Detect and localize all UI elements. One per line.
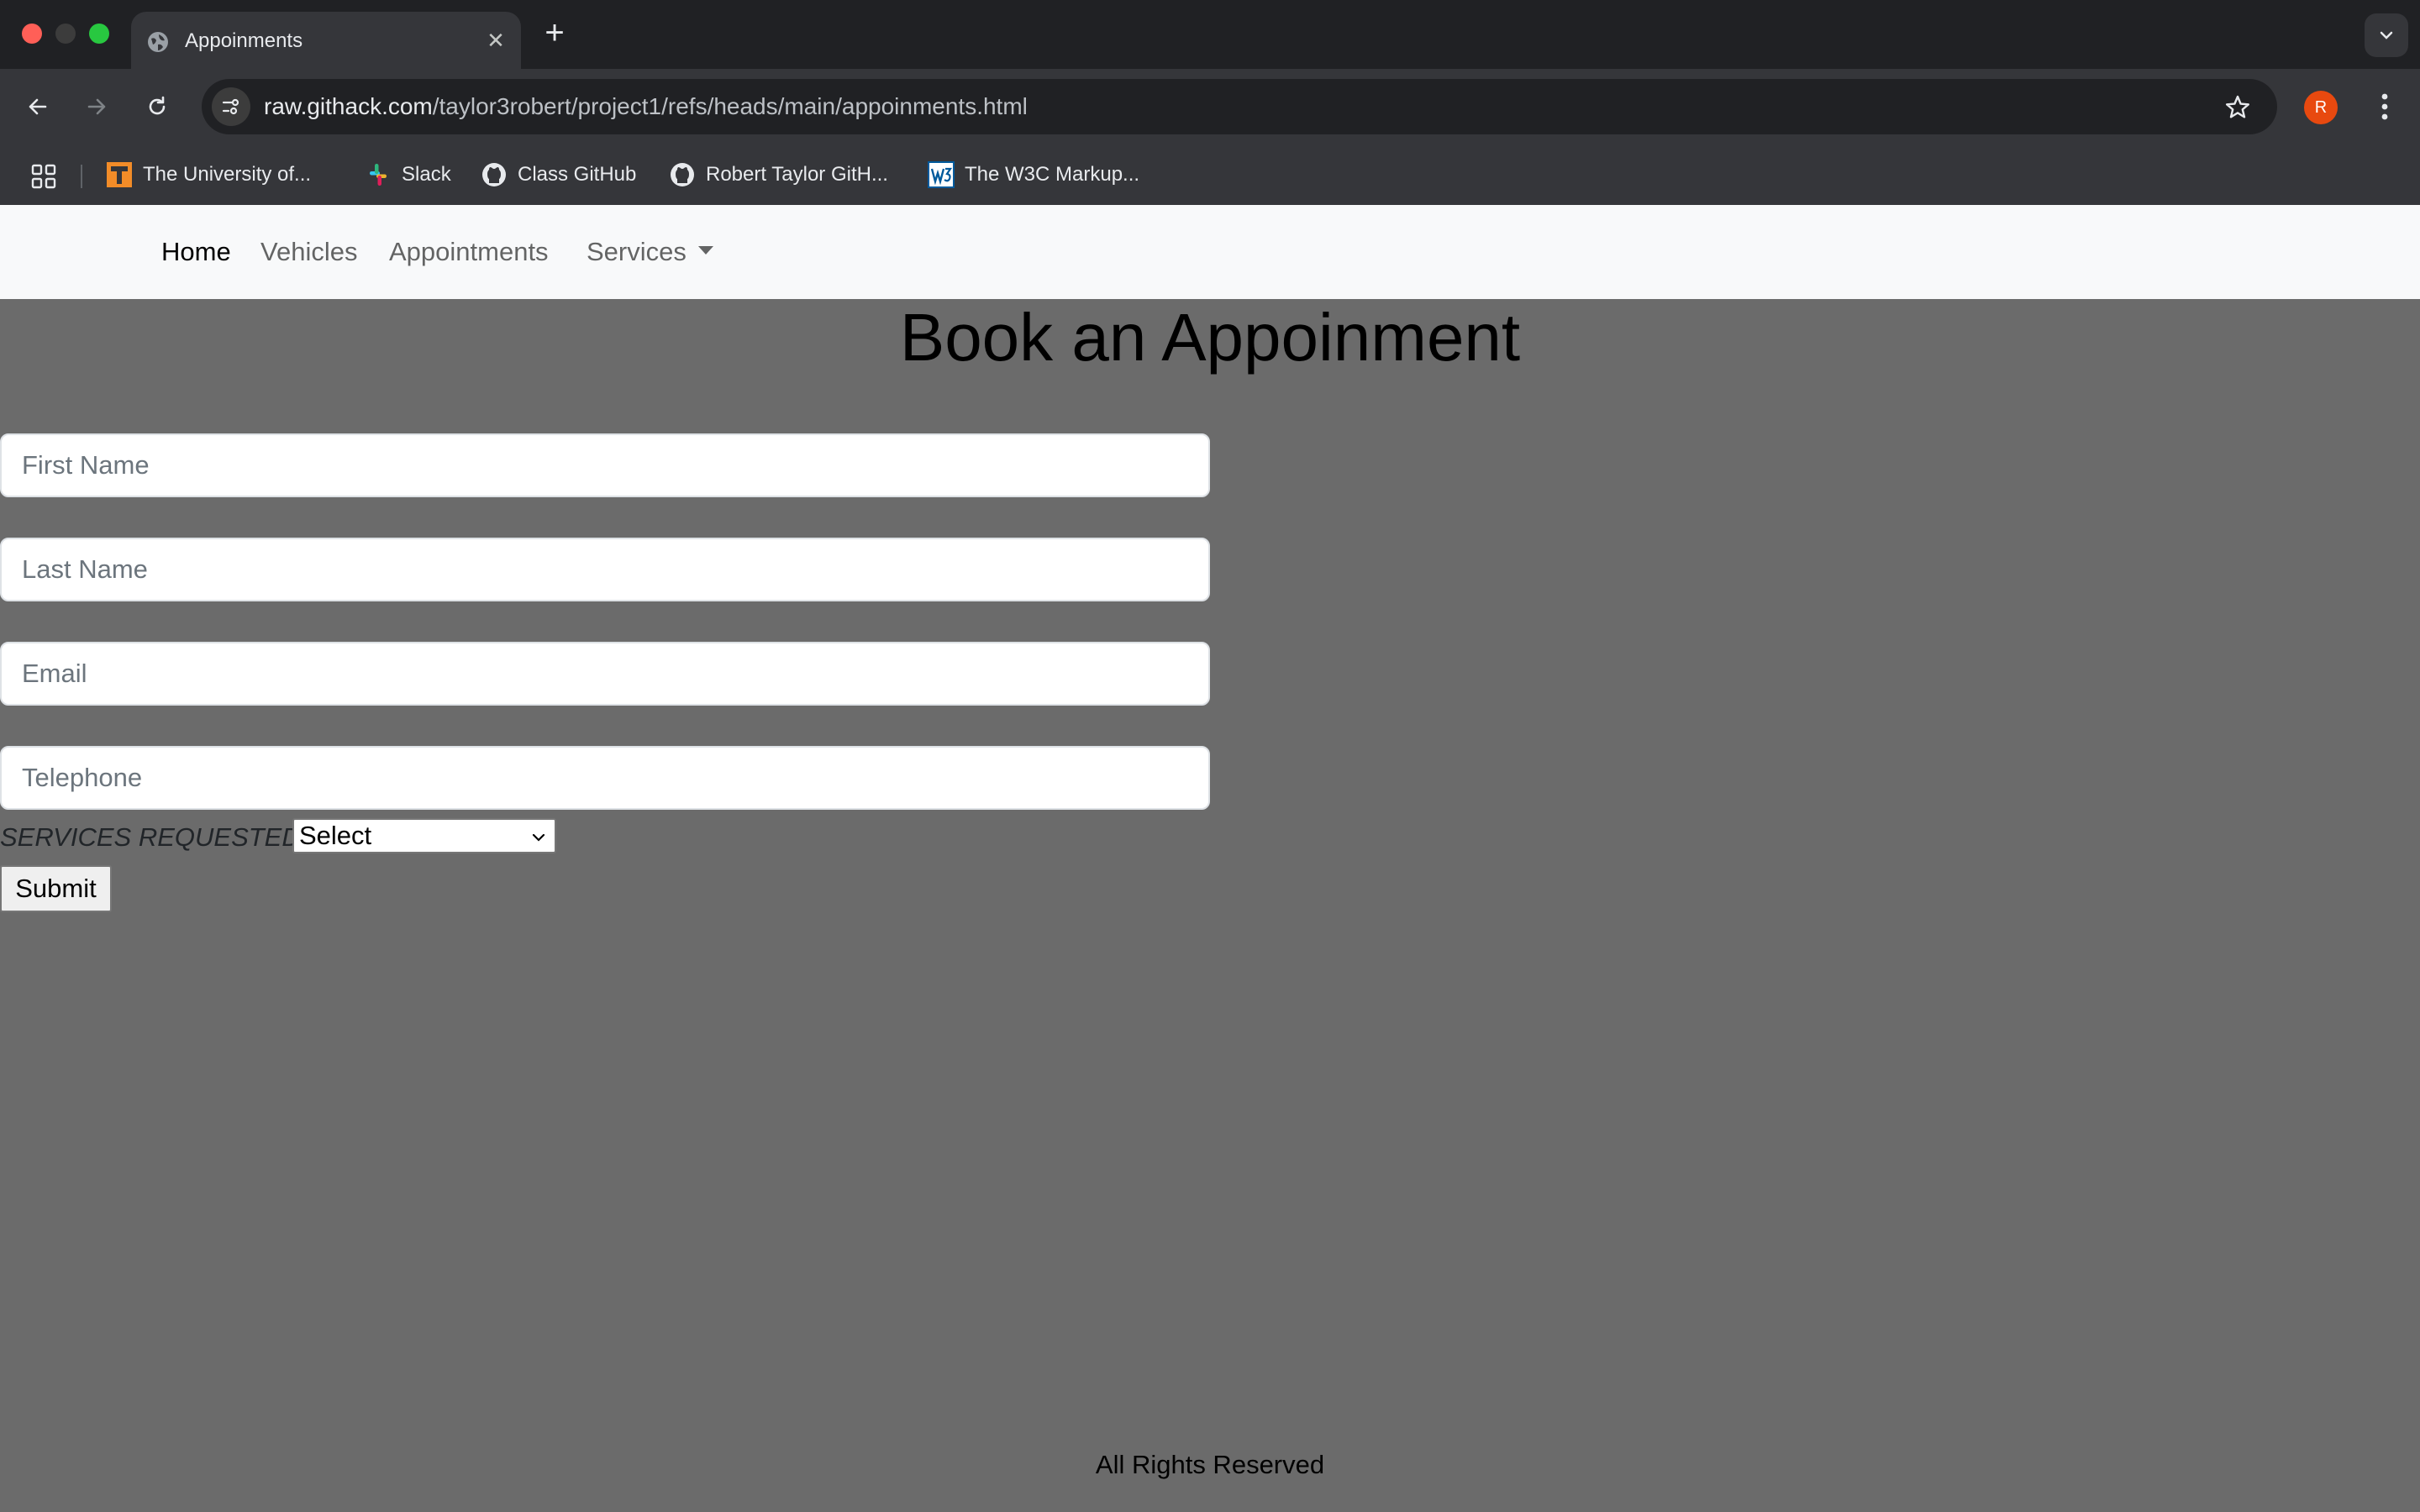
bookmarks-bar: The University of... Slack Class GitHub … <box>0 144 2420 205</box>
bookmark-label: Robert Taylor GitH... <box>706 163 888 186</box>
apps-grid-icon[interactable] <box>30 163 57 190</box>
back-button[interactable] <box>18 87 57 126</box>
bookmarks-separator <box>81 165 82 188</box>
nav-services-label: Services <box>587 237 687 266</box>
more-vert-icon[interactable] <box>2370 89 2400 124</box>
bookmark-star-icon[interactable] <box>2223 93 2252 122</box>
bookmark-label: Slack <box>402 163 451 186</box>
arrow-left-icon <box>29 98 47 115</box>
email-input[interactable] <box>0 642 1210 706</box>
nav-appointments[interactable]: Appointments <box>389 235 549 269</box>
nav-home[interactable]: Home <box>161 235 231 269</box>
site-info-button[interactable] <box>212 87 250 126</box>
new-tab-button[interactable]: + <box>539 16 570 50</box>
browser-tab-strip: Appoinments ✕ + <box>0 0 2420 69</box>
slack-icon <box>365 161 392 188</box>
url-text[interactable]: raw.githack.com/taylor3robert/project1/r… <box>264 93 1028 120</box>
chevron-down-icon <box>2380 31 2393 39</box>
bookmark-label: The University of... <box>143 163 312 186</box>
footer-text: All Rights Reserved <box>1095 1450 1325 1479</box>
last-name-input[interactable] <box>0 538 1210 601</box>
github-icon <box>669 161 696 188</box>
w3c-icon <box>928 161 955 188</box>
profile-avatar[interactable]: R <box>2304 91 2338 124</box>
bookmark-w3c[interactable]: The W3C Markup... <box>928 160 1139 190</box>
bookmark-label: The W3C Markup... <box>965 163 1140 186</box>
bookmark-class-github[interactable]: Class GitHub <box>481 160 636 190</box>
page-title: Book an Appoinment <box>899 300 1521 375</box>
forward-button[interactable] <box>77 87 116 126</box>
bookmark-robert-github[interactable]: Robert Taylor GitH... <box>669 160 888 190</box>
globe-icon <box>148 32 168 52</box>
nav-vehicles[interactable]: Vehicles <box>260 235 357 269</box>
window-zoom-button[interactable] <box>89 24 109 44</box>
telephone-input[interactable] <box>0 746 1210 810</box>
services-select[interactable]: Select <box>292 818 556 853</box>
url-host: raw.githack.com <box>264 93 433 119</box>
browser-toolbar: raw.githack.com/taylor3robert/project1/r… <box>0 69 2420 144</box>
submit-button[interactable]: Submit <box>0 865 112 912</box>
reload-icon <box>149 96 166 115</box>
reload-button[interactable] <box>138 87 176 126</box>
site-navbar: Home Vehicles Appointments Services <box>0 205 2420 299</box>
bookmark-label: Class GitHub <box>518 163 637 186</box>
services-requested-label: SERVICES REQUESTED <box>0 822 301 852</box>
caret-down-icon <box>697 245 713 255</box>
first-name-input[interactable] <box>0 433 1210 497</box>
tab-close-icon[interactable]: ✕ <box>484 29 508 52</box>
bookmark-slack[interactable]: Slack <box>365 160 451 190</box>
bookmark-university[interactable]: The University of... <box>106 160 311 190</box>
tune-icon <box>222 98 239 115</box>
window-minimize-button[interactable] <box>55 24 76 44</box>
services-select-value: Select <box>299 821 372 850</box>
browser-tab-active[interactable]: Appoinments ✕ <box>131 12 521 69</box>
tab-search-button[interactable] <box>2365 13 2408 57</box>
github-icon <box>481 161 508 188</box>
url-path: /taylor3robert/project1/refs/heads/main/… <box>432 93 1028 119</box>
window-close-button[interactable] <box>22 24 42 44</box>
address-bar[interactable]: raw.githack.com/taylor3robert/project1/r… <box>202 79 2277 134</box>
arrow-right-icon <box>87 98 106 115</box>
nav-services-dropdown[interactable]: Services <box>587 235 713 269</box>
chevron-down-icon <box>532 833 545 842</box>
ut-logo-icon <box>106 161 133 188</box>
tab-title: Appoinments <box>185 29 303 52</box>
